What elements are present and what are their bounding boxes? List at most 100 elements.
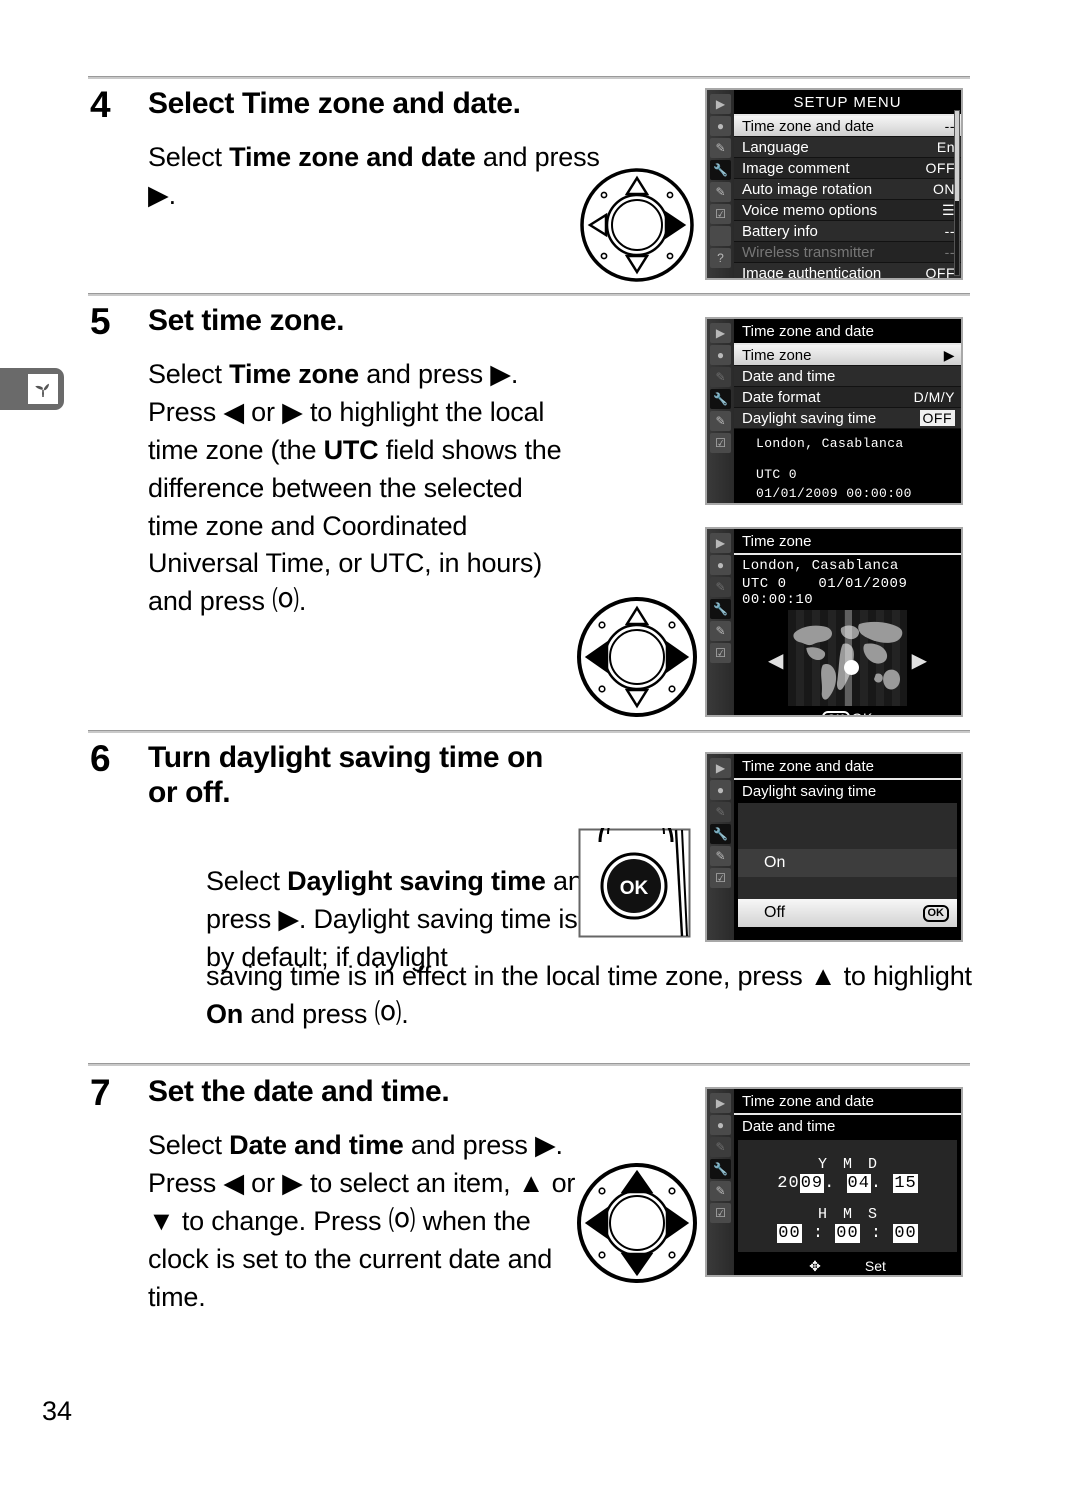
date-time-footer: ✥ Set OK OK: [734, 1252, 961, 1277]
custom-settings-icon[interactable]: ✎: [710, 138, 731, 158]
shooting-menu-icon[interactable]: ●: [710, 345, 731, 365]
date-and-time-body: Time zone and date Date and time YMD 200…: [734, 1089, 961, 1275]
custom-settings-icon[interactable]: ✎: [710, 802, 731, 822]
screen-title: Time zone and date: [734, 754, 961, 780]
world-map-image: [788, 610, 907, 706]
menu-item-image-authentication[interactable]: Image authentication OFF: [734, 263, 961, 280]
menu-item-daylight-saving-time[interactable]: Daylight saving time OFF: [734, 408, 961, 429]
date-year-value[interactable]: 09: [799, 1174, 825, 1193]
step-4: 4 Select Time zone and date. Select Time…: [90, 86, 610, 215]
setup-menu-icon[interactable]: 🔧: [710, 599, 731, 619]
time-second-value[interactable]: 00: [893, 1224, 918, 1243]
ok-badge-icon: OK: [802, 1276, 829, 1277]
step-6: 6 Turn daylight saving time on or off.: [90, 740, 650, 811]
custom-settings-icon[interactable]: ✎: [710, 577, 731, 597]
menu-item-language[interactable]: Language En: [734, 137, 961, 158]
retouch-icon[interactable]: ✎: [710, 1181, 731, 1201]
step-4-title-bold: Time zone and date: [241, 87, 513, 120]
map-prev-zone-arrow[interactable]: ◀: [768, 648, 783, 673]
time-minute-value[interactable]: 00: [835, 1224, 860, 1243]
recent-settings-icon[interactable]: ☑: [710, 643, 731, 663]
menu-item-date-and-time[interactable]: Date and time: [734, 366, 961, 387]
screen-subtitle: Daylight saving time: [742, 783, 877, 800]
menu-item-label: Image comment: [742, 159, 850, 177]
menu-item-battery-info[interactable]: Battery info --: [734, 221, 961, 242]
set-label: Set: [864, 1258, 886, 1274]
section-divider: [88, 1063, 970, 1066]
section-divider: [88, 293, 970, 296]
time-hour-value[interactable]: 00: [777, 1224, 802, 1243]
step-6-number: 6: [90, 738, 111, 779]
menu-item-time-zone[interactable]: Time zone ▶: [734, 345, 961, 366]
menu-item-wireless-transmitter: Wireless transmitter --: [734, 242, 961, 263]
step-4-title-plain: Select: [148, 87, 242, 120]
playback-icon[interactable]: ▶: [710, 1093, 731, 1113]
retouch-icon[interactable]: ✎: [710, 621, 731, 641]
menu-item-label: Date format: [742, 388, 821, 406]
menu-item-time-zone-and-date[interactable]: Time zone and date --: [734, 116, 961, 137]
recent-settings-icon[interactable]: ☑: [710, 433, 731, 453]
time-label-second: S: [868, 1206, 894, 1223]
setup-menu-icon[interactable]: 🔧: [710, 824, 731, 844]
menu-item-value: ON: [933, 181, 955, 197]
setup-menu-icon[interactable]: 🔧: [710, 160, 731, 180]
menu-item-image-comment[interactable]: Image comment OFF: [734, 158, 961, 179]
step-4-title-tail: .: [512, 87, 521, 120]
screen-time-zone-and-date: ▶ ● ✎ 🔧 ✎ ☑ Time zone and date Time zone…: [705, 317, 963, 505]
recent-settings-icon[interactable]: ☑: [710, 868, 731, 888]
menu-item-auto-image-rotation[interactable]: Auto image rotation ON: [734, 179, 961, 200]
step-5: 5 Set time zone. Select Time zone and pr…: [90, 303, 580, 621]
retouch-icon[interactable]: ✎: [710, 846, 731, 866]
screen-sidebar: ▶ ● ✎ 🔧 ✎ ☑: [707, 319, 734, 503]
option-label: On: [764, 854, 786, 871]
help-icon[interactable]: ?: [710, 248, 731, 268]
menu-item-label: Image authentication: [742, 264, 882, 280]
multi-selector-illustration-step4: [577, 168, 697, 288]
playback-icon[interactable]: ▶: [710, 758, 731, 778]
playback-icon[interactable]: ▶: [710, 323, 731, 343]
page-number: 34: [42, 1396, 73, 1426]
recent-settings-icon[interactable]: ☑: [710, 204, 731, 224]
date-month-value[interactable]: 04: [846, 1174, 871, 1193]
step-7-body: Select Date and time and press ▶. Press …: [148, 1130, 576, 1312]
menu-item-value: En: [936, 139, 955, 155]
playback-icon[interactable]: ▶: [710, 533, 731, 553]
menu-item-value: OFF: [925, 265, 955, 280]
date-label-year: Y: [817, 1156, 843, 1173]
screen-sidebar: ▶ ● ✎ 🔧 ✎ ☑ ?: [707, 90, 734, 278]
date-day-value[interactable]: 15: [893, 1174, 918, 1193]
time-zone-and-date-body: Time zone and date Time zone ▶ Date and …: [734, 319, 961, 503]
retouch-icon[interactable]: ✎: [710, 182, 731, 202]
setup-menu-title: SETUP MENU: [734, 90, 961, 116]
section-divider: [88, 730, 970, 733]
time-zone-and-date-list: Time zone ▶ Date and time Date format D/…: [734, 345, 961, 429]
step-6-body-bottom: saving time is in effect in the local ti…: [206, 961, 972, 1029]
map-next-zone-arrow[interactable]: ▶: [912, 648, 927, 673]
option-off[interactable]: Off OK: [738, 899, 957, 927]
custom-settings-icon[interactable]: ✎: [710, 367, 731, 387]
screen-daylight-saving-time: ▶ ● ✎ 🔧 ✎ ☑ Time zone and date Daylight …: [705, 752, 963, 942]
recent-settings-icon[interactable]: ☑: [710, 1203, 731, 1223]
time-values: 00 : 00 : 00: [777, 1224, 918, 1243]
time-zone-map-body: Time zone London, Casablanca UTC 0 01/01…: [734, 529, 961, 715]
menu-item-date-format[interactable]: Date format D/M/Y: [734, 387, 961, 408]
playback-icon[interactable]: ▶: [710, 94, 731, 114]
shooting-menu-icon[interactable]: ●: [710, 780, 731, 800]
menu-item-voice-memo-options[interactable]: Voice memo options ☰: [734, 200, 961, 221]
multi-selector-illustration-step7: [573, 1158, 701, 1293]
option-on[interactable]: On: [738, 849, 957, 877]
time-zone-datetime: 01/01/2009 00:00:00: [756, 485, 912, 501]
screen-time-zone-map: ▶ ● ✎ 🔧 ✎ ☑ Time zone London, Casablanca…: [705, 527, 963, 717]
setup-menu-icon[interactable]: 🔧: [710, 1159, 731, 1179]
retouch-icon[interactable]: ✎: [710, 411, 731, 431]
menu-scrollbar[interactable]: [954, 110, 960, 276]
world-map: ◀ ▶: [738, 610, 957, 706]
menu-item-value: OFF: [925, 160, 955, 176]
shooting-menu-icon[interactable]: ●: [710, 116, 731, 136]
menu-scrollbar-thumb[interactable]: [955, 111, 959, 202]
shooting-menu-icon[interactable]: ●: [710, 1115, 731, 1135]
time-zone-utc: UTC 0: [756, 466, 798, 482]
setup-menu-icon[interactable]: 🔧: [710, 389, 731, 409]
custom-settings-icon[interactable]: ✎: [710, 1137, 731, 1157]
shooting-menu-icon[interactable]: ●: [710, 555, 731, 575]
